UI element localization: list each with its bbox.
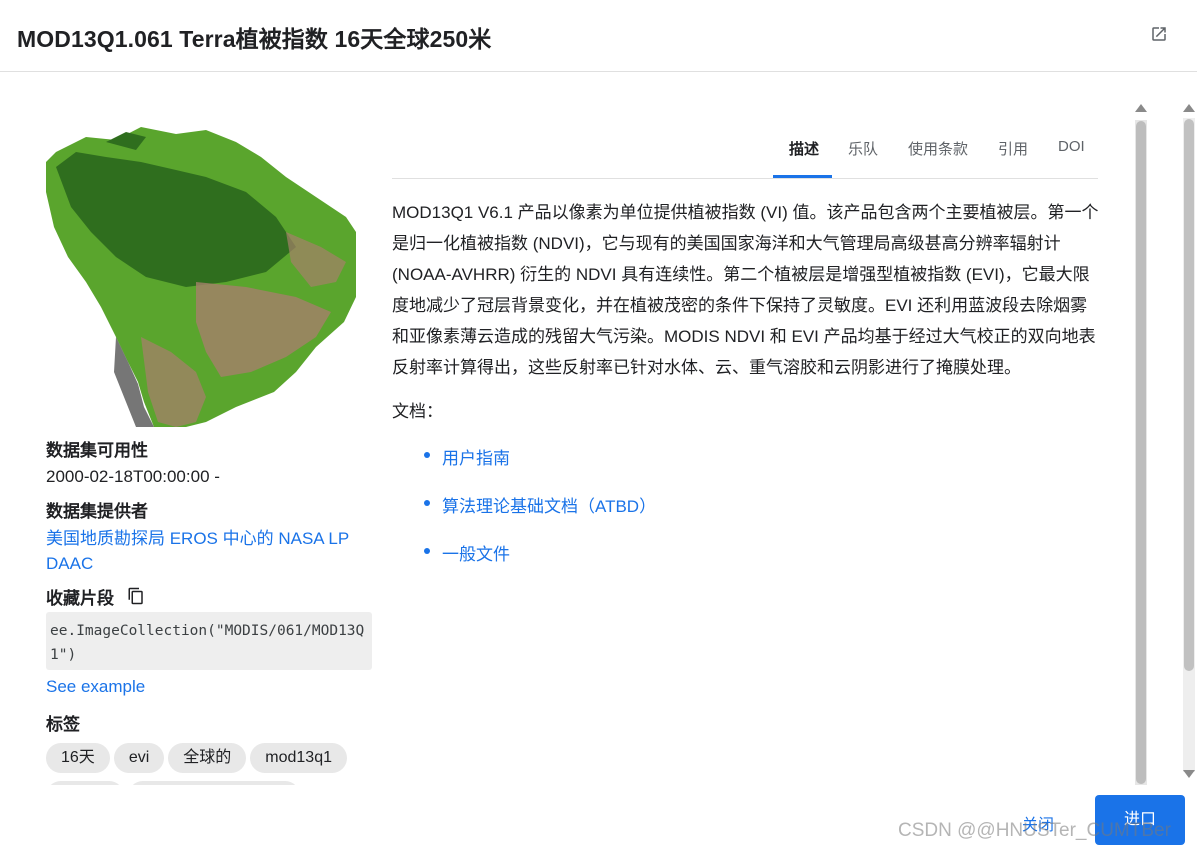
tag-chip-partial [46,781,124,785]
snippet-code[interactable]: ee.ImageCollection("MODIS/061/MOD13Q1") [46,612,372,670]
bullet-icon [424,500,430,506]
tags-list: 16天 evi 全球的 mod13q1 [46,743,376,785]
tag-chip[interactable]: 全球的 [168,743,247,773]
dialog-scroll-down-arrow-icon[interactable] [1183,770,1195,778]
tab-terms-of-use[interactable]: 使用条款 [908,138,968,176]
watermark: CSDN @@HNUSTer_CUMTBer [898,820,1171,841]
dataset-description: MOD13Q1 V6.1 产品以像素为单位提供植被指数 (VI) 值。该产品包含… [392,203,1099,377]
tags-label: 标签 [46,715,80,734]
doc-link-atbd[interactable]: 算法理论基础文档（ATBD） [442,497,656,516]
dialog-scrollbar-thumb[interactable] [1184,119,1194,671]
dialog-header: MOD13Q1.061 Terra植被指数 16天全球250米 [0,0,1197,72]
tag-chip-partial [128,781,300,785]
docs-label: 文档： [392,402,443,421]
bullet-icon [424,452,430,458]
scroll-up-arrow-icon[interactable] [1135,104,1147,112]
copy-icon[interactable] [127,587,145,605]
doc-link-user-guide[interactable]: 用户指南 [442,449,510,468]
tag-chip[interactable]: mod13q1 [250,743,347,773]
active-tab-indicator [773,175,832,178]
docs-list: 用户指南 算法理论基础文档（ATBD） 一般文件 [424,444,656,588]
content-scrollbar-thumb[interactable] [1136,121,1146,784]
availability-value: 2000-02-18T00:00:00 - [46,467,220,486]
tab-doi[interactable]: DOI [1058,138,1085,176]
dataset-title: MOD13Q1.061 Terra植被指数 16天全球250米 [17,26,492,52]
bullet-icon [424,548,430,554]
snippet-label: 收藏片段 [46,589,114,608]
see-example-link[interactable]: See example [46,677,145,697]
dialog-scroll-up-arrow-icon[interactable] [1183,104,1195,112]
tag-chip[interactable]: 16天 [46,743,110,773]
doc-link-general[interactable]: 一般文件 [442,545,510,564]
tab-citation[interactable]: 引用 [998,138,1028,176]
availability-label: 数据集可用性 [46,441,148,460]
tab-bar [392,128,1098,179]
provider-container: 美国地质勘探局 EROS 中心的 NASA LP DAAC [46,526,366,576]
doc-list-item: 一般文件 [424,540,656,588]
doc-list-item: 算法理论基础文档（ATBD） [424,492,656,540]
provider-label: 数据集提供者 [46,502,148,521]
dataset-thumbnail-map [46,122,356,427]
tab-description[interactable]: 描述 [789,138,819,176]
provider-link[interactable]: 美国地质勘探局 EROS 中心的 NASA LP DAAC [46,529,349,573]
open-in-new-icon[interactable] [1150,25,1168,43]
doc-list-item: 用户指南 [424,444,656,492]
tab-bands[interactable]: 乐队 [848,138,878,176]
tag-chip[interactable]: evi [113,743,165,773]
